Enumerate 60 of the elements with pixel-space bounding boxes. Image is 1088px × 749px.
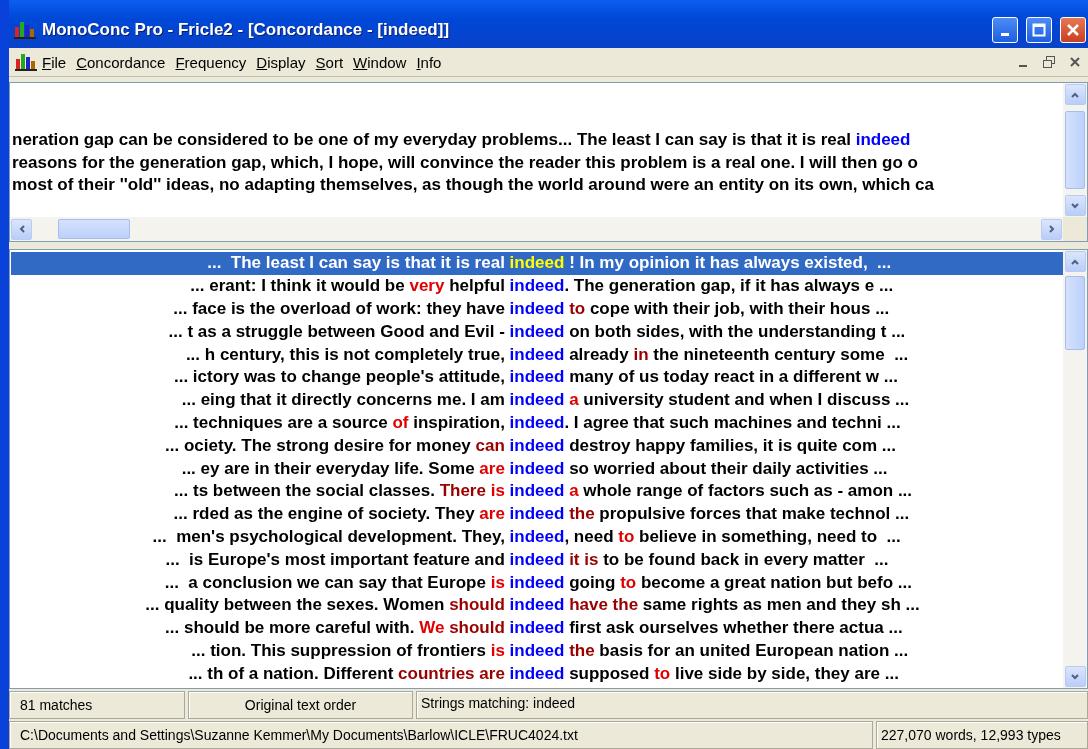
concordance-line[interactable]: ... should be more careful with. We should indeed first ask ourselves whether there actua ... [11, 616, 1063, 640]
menu-item[interactable]: File [37, 51, 72, 73]
scroll-down-button[interactable] [1064, 666, 1086, 687]
arrow-down-icon [1070, 200, 1080, 211]
maximize-icon [1032, 23, 1046, 37]
concordance-line[interactable]: ... th of a nation. Different countries are indeed supposed to live side by side, they are ... [11, 662, 1063, 686]
scroll-up-button[interactable] [1064, 251, 1086, 272]
menu-item[interactable]: Display [251, 51, 311, 73]
minimize-icon [1001, 32, 1009, 36]
restore-icon [1043, 56, 1055, 68]
vertical-scrollbar[interactable] [1063, 250, 1087, 688]
concordance-line[interactable]: ... h century, this is not completely true, indeed already in the nineteenth century some ... [11, 343, 1063, 366]
concordance-line[interactable]: ... techniques are a source of inspiration, indeed. I agree that such machines and techni ... [11, 411, 1063, 435]
menu-item[interactable]: Concordance [71, 51, 171, 73]
concordance-line[interactable]: ... t as a struggle between Good and Evil - indeed on both sides, with the understanding t ... [11, 320, 1063, 344]
scroll-up-button[interactable] [1064, 84, 1086, 105]
scroll-left-button[interactable] [11, 218, 32, 240]
match-count: 81 matches [9, 691, 185, 719]
word-counts: 227,070 words, 12,993 types [876, 721, 1088, 749]
close-icon [1070, 57, 1080, 67]
maximize-button[interactable] [1026, 17, 1052, 43]
scroll-thumb[interactable] [58, 219, 130, 239]
window-title: MonoConc Pro - Fricle2 - [Concordance - [indeed]] [42, 20, 451, 40]
horizontal-scrollbar[interactable] [10, 217, 1063, 241]
arrow-down-icon [1070, 671, 1080, 682]
close-button[interactable] [1060, 17, 1086, 43]
close-icon [1066, 23, 1080, 37]
concordance-line[interactable]: ... ey are in their everyday life. Some are indeed so worried about their daily activities ... [11, 457, 1063, 480]
text-line: most of their ''old'' ideas, no adapting themselves, as though the world around were an entity on its own, which ca [12, 174, 935, 196]
file-path: C:\Documents and Settings\Suzanne Kemmer\My Documents\Barlow\ICLE\FRUC4024.txt [9, 721, 873, 749]
concordance-line[interactable]: ... erant: I think it would be very helpful indeed. The generation gap, if it has always e ... [11, 274, 1063, 298]
search-string: Strings matching: indeed [416, 691, 1088, 719]
concordance-line[interactable]: ... quality between the sexes. Women should indeed have the same rights as men and they sh ... [11, 593, 1063, 617]
concordance-line[interactable]: ... ts between the social classes. There is indeed a whole range of factors such as - amon ... [11, 479, 1063, 503]
sort-order: Original text order [188, 691, 413, 719]
concordance-line[interactable]: ... is Europe's most important feature and indeed it is to be found back in every matter ... [11, 548, 1063, 572]
scroll-right-button[interactable] [1041, 218, 1062, 240]
vertical-scrollbar[interactable] [1063, 83, 1087, 217]
scroll-thumb[interactable] [1065, 276, 1085, 350]
scroll-thumb[interactable] [1065, 111, 1085, 189]
concordance-line[interactable]: ... face is the overload of work: they have indeed to cope with their job, with their hous ... [11, 297, 1063, 321]
menu-item[interactable]: Info [411, 51, 447, 73]
minimize-button[interactable] [992, 17, 1018, 43]
menu-item[interactable]: Sort [310, 51, 349, 73]
arrow-right-icon [1046, 224, 1057, 234]
bar-chart-icon [15, 53, 37, 71]
scroll-down-button[interactable] [1064, 195, 1086, 216]
menu-item[interactable]: Window [348, 51, 412, 73]
concordance-line[interactable]: ... men's psychological development. They, indeed, need to believe in something, need to ... [11, 525, 1063, 549]
text-line: neration gap can be considered to be one of my everyday problems... The least I can say is that it is real indeed [12, 129, 912, 151]
concordance-line[interactable]: ... ociety. The strong desire for money can indeed destroy happy families, it is quite com ... [11, 434, 1063, 458]
concordance-line[interactable]: ... a conclusion we can say that Europe is indeed going to become a great nation but befo ... [11, 571, 1063, 594]
concordance-line[interactable]: ... eing that it directly concerns me. I am indeed a university student and when I discuss ... [11, 388, 1063, 412]
concordance-line[interactable]: ... rded as the engine of society. They are indeed the propulsive forces that make technol ... [11, 502, 1063, 526]
menu-item[interactable]: Frequency [170, 51, 252, 73]
bar-chart-icon [14, 21, 36, 39]
concordance-line[interactable]: ... tion. This suppression of frontiers is indeed the basis for an united European nation ... [11, 639, 1063, 663]
text-line: reasons for the generation gap, which, I hope, will convince the reader this problem is a real one. I will then go o [12, 151, 919, 174]
concordance-line[interactable]: ... ictory was to change people's attitude, indeed many of us today react in a different w ... [11, 366, 1063, 389]
minimize-icon [1019, 65, 1027, 67]
